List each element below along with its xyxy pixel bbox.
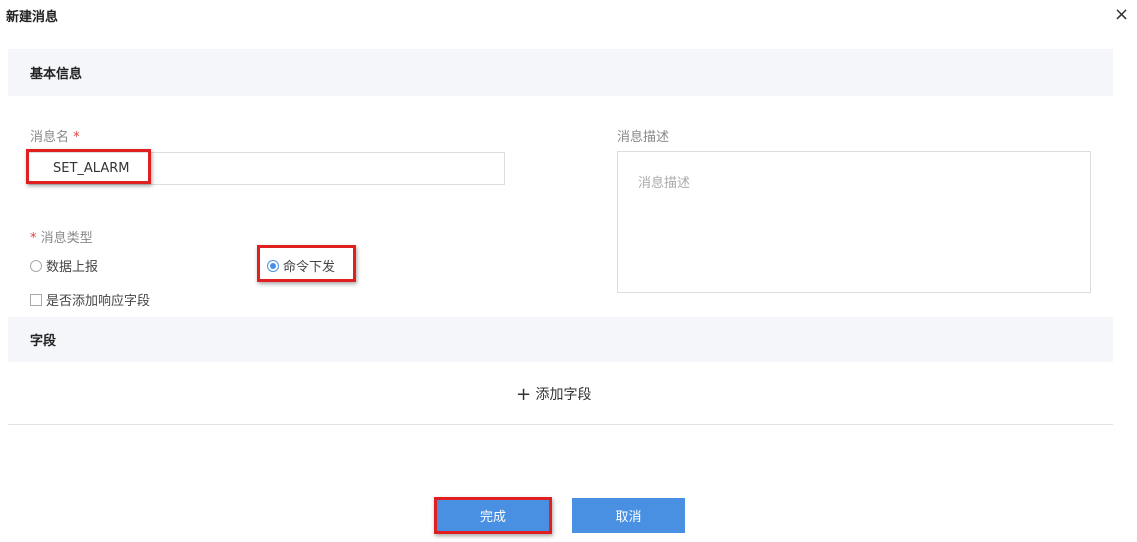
description-placeholder: 消息描述 <box>638 176 691 191</box>
radio-data-report[interactable]: 数据上报 <box>30 256 98 275</box>
radio-command-send[interactable]: 命令下发 <box>267 256 335 275</box>
message-type-label: * 消息类型 <box>30 227 93 246</box>
highlight-box <box>26 149 151 184</box>
message-name-label-text: 消息名 <box>30 130 70 145</box>
message-description-textarea[interactable]: 消息描述 <box>617 151 1091 293</box>
message-name-label: 消息名 * <box>30 126 80 145</box>
add-field-button[interactable]: + 添加字段 <box>516 384 592 405</box>
checkbox-label: 是否添加响应字段 <box>46 294 151 309</box>
required-mark: * <box>30 231 37 246</box>
plus-icon: + <box>516 384 532 405</box>
radio-label: 命令下发 <box>283 260 336 275</box>
radio-label: 数据上报 <box>46 260 99 275</box>
checkbox-icon[interactable] <box>30 294 42 306</box>
basic-info-section-header: 基本信息 <box>8 49 1113 96</box>
confirm-button[interactable]: 完成 <box>434 497 552 534</box>
cancel-button[interactable]: 取消 <box>572 498 685 533</box>
dialog-title: 新建消息 <box>6 10 59 25</box>
close-icon[interactable]: × <box>1114 4 1129 25</box>
divider <box>8 424 1113 425</box>
fields-section-header: 字段 <box>8 317 1113 362</box>
add-response-field-checkbox[interactable]: 是否添加响应字段 <box>30 290 150 309</box>
add-field-label: 添加字段 <box>535 387 592 403</box>
required-mark: * <box>73 130 80 145</box>
message-type-label-text: 消息类型 <box>40 231 93 246</box>
radio-icon[interactable] <box>30 260 42 272</box>
message-description-label: 消息描述 <box>617 130 670 145</box>
radio-selected-icon[interactable] <box>267 260 279 272</box>
